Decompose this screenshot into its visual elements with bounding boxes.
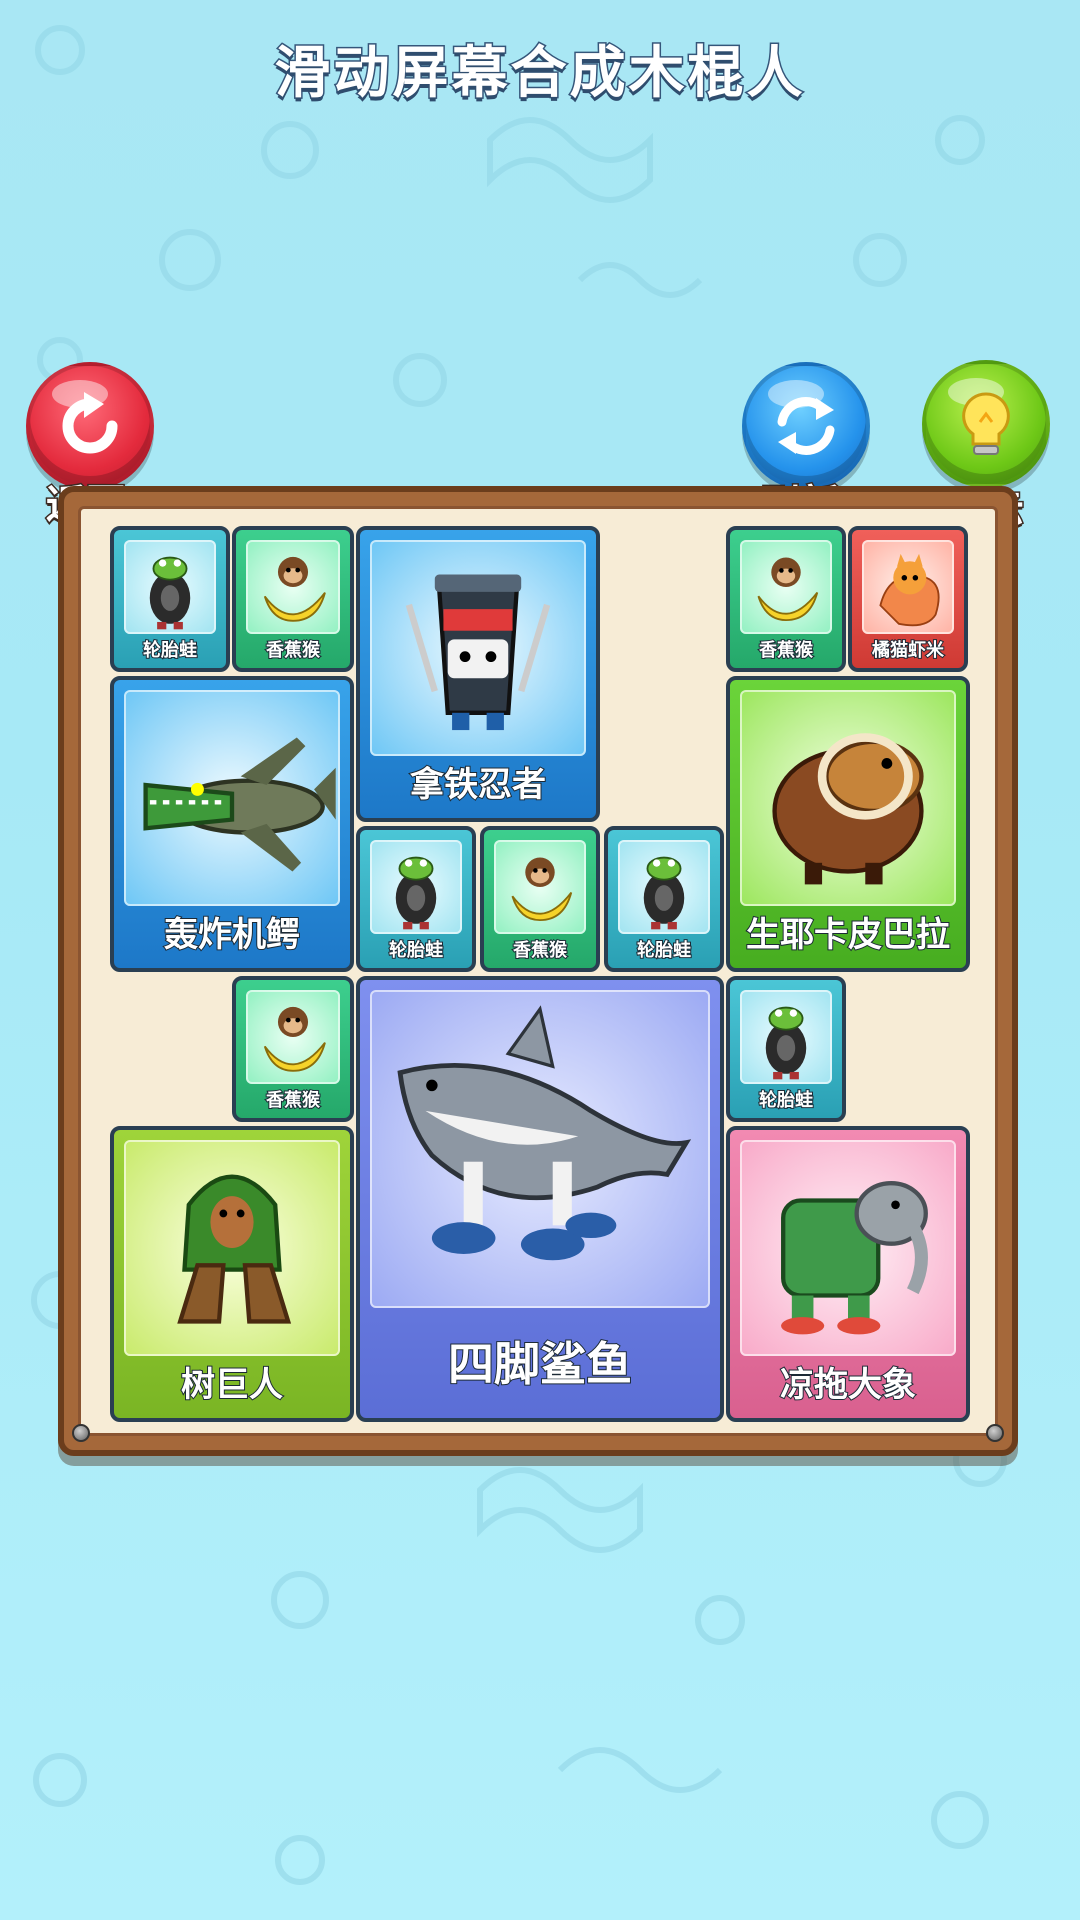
tile-tire-frog[interactable]: 轮胎蛙 bbox=[726, 976, 846, 1122]
tile-banana-monkey[interactable]: 香蕉猴 bbox=[480, 826, 600, 972]
tree-giant-icon bbox=[124, 1140, 340, 1356]
page-title: 滑动屏幕合成木棍人 bbox=[273, 40, 806, 108]
back-button[interactable] bbox=[26, 362, 154, 490]
refresh-button[interactable] bbox=[742, 362, 870, 490]
tile-label: 凉拖大象 bbox=[779, 1364, 917, 1406]
bomber-croc-icon bbox=[124, 690, 340, 906]
restart-arrow-icon bbox=[62, 392, 118, 454]
tile-banana-monkey[interactable]: 香蕉猴 bbox=[232, 526, 354, 672]
tile-label: 轰炸机鳄 bbox=[163, 914, 301, 956]
tire-frog-icon bbox=[740, 990, 832, 1084]
banana-monkey-icon bbox=[494, 840, 586, 934]
tile-four-legged-shark[interactable]: 四脚鲨鱼 bbox=[356, 976, 724, 1422]
tile-tire-frog[interactable]: 轮胎蛙 bbox=[604, 826, 724, 972]
tile-label: 香蕉猴 bbox=[758, 639, 814, 662]
banana-monkey-icon bbox=[246, 540, 340, 634]
tile-label: 香蕉猴 bbox=[265, 639, 321, 662]
tile-tire-frog[interactable]: 轮胎蛙 bbox=[356, 826, 476, 972]
tile-label: 四脚鲨鱼 bbox=[447, 1336, 633, 1392]
tile-label: 生耶卡皮巴拉 bbox=[745, 914, 951, 956]
tile-label: 橘猫虾米 bbox=[871, 639, 945, 662]
tile-tire-frog[interactable]: 轮胎蛙 bbox=[110, 526, 230, 672]
tile-orange-cat-shrimp[interactable]: 橘猫虾米 bbox=[848, 526, 968, 672]
tile-label: 拿铁忍者 bbox=[409, 764, 547, 806]
tile-label: 轮胎蛙 bbox=[758, 1089, 814, 1112]
tile-label: 香蕉猴 bbox=[265, 1089, 321, 1112]
tile-label: 轮胎蛙 bbox=[636, 939, 692, 962]
tile-label: 轮胎蛙 bbox=[142, 639, 198, 662]
screw-icon bbox=[986, 1424, 1004, 1442]
tile-bomber-croc[interactable]: 轰炸机鳄 bbox=[110, 676, 354, 972]
banana-monkey-icon bbox=[246, 990, 340, 1084]
shark-with-sneakers-icon bbox=[370, 990, 710, 1308]
slipper-elephant-icon bbox=[740, 1140, 956, 1356]
tile-label: 树巨人 bbox=[180, 1364, 284, 1406]
coconut-capybara-icon bbox=[740, 690, 956, 906]
tile-label: 香蕉猴 bbox=[512, 939, 568, 962]
latte-ninja-icon bbox=[370, 540, 586, 756]
lightbulb-icon bbox=[962, 392, 1010, 455]
screw-icon bbox=[72, 1424, 90, 1442]
tile-banana-monkey[interactable]: 香蕉猴 bbox=[726, 526, 846, 672]
tile-label: 轮胎蛙 bbox=[388, 939, 444, 962]
cat-shrimp-icon bbox=[862, 540, 954, 634]
banana-monkey-icon bbox=[740, 540, 832, 634]
hint-button[interactable] bbox=[922, 360, 1050, 488]
tire-frog-icon bbox=[370, 840, 462, 934]
tile-banana-monkey[interactable]: 香蕉猴 bbox=[232, 976, 354, 1122]
tile-tree-giant[interactable]: 树巨人 bbox=[110, 1126, 354, 1422]
tile-slipper-elephant[interactable]: 凉拖大象 bbox=[726, 1126, 970, 1422]
tire-frog-icon bbox=[618, 840, 710, 934]
tile-latte-ninja[interactable]: 拿铁忍者 bbox=[356, 526, 600, 822]
tire-frog-icon bbox=[124, 540, 216, 634]
tile-coconut-capybara[interactable]: 生耶卡皮巴拉 bbox=[726, 676, 970, 972]
refresh-arrows-icon bbox=[777, 397, 835, 455]
